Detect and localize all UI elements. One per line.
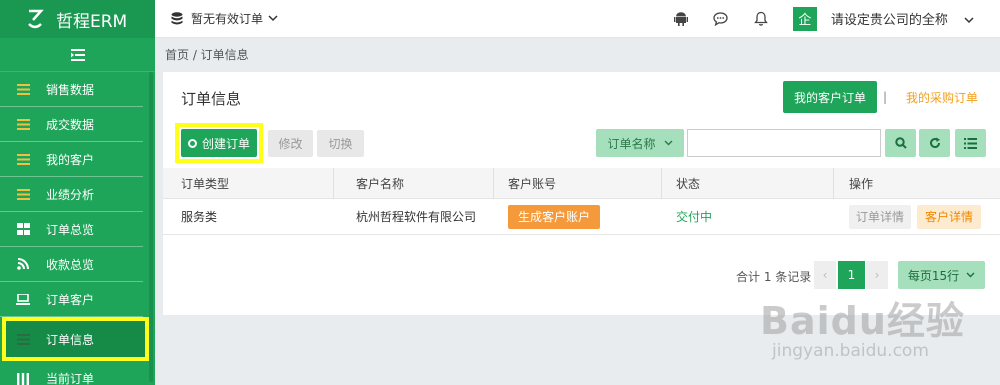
company-menu[interactable]: 请设定贵公司的全称 xyxy=(831,9,974,28)
sidebar-item-order-info[interactable]: 订单信息 xyxy=(2,317,149,361)
my-purchase-orders-link[interactable]: 我的采购订单 xyxy=(906,89,978,106)
column-header: 操作 xyxy=(849,176,874,191)
sidebar-item-label: 订单信息 xyxy=(46,332,95,347)
create-order-button[interactable]: 创建订单 xyxy=(181,129,257,157)
search-field-select[interactable]: 订单名称 xyxy=(596,129,684,157)
edit-button[interactable]: 修改 xyxy=(268,130,313,157)
column-divider xyxy=(661,168,662,199)
refresh-button[interactable] xyxy=(919,129,950,157)
database-icon xyxy=(171,12,183,25)
prev-page-button[interactable]: ‹ xyxy=(814,261,836,289)
account-cell: 生成客户账户 xyxy=(508,204,601,229)
logo-mark-icon xyxy=(28,9,44,29)
sidebar-item-sales-data[interactable]: 销售数据 xyxy=(0,72,143,107)
switch-button[interactable]: 切换 xyxy=(317,130,364,157)
sidebar-item-order-overview[interactable]: 订单总览 xyxy=(0,212,143,247)
total-records: 合计 1 条记录 xyxy=(736,270,812,284)
top-bar: 暂无有效订单 企 请设定贵公司的全称 xyxy=(155,0,1000,38)
sidebar-item-order-customers[interactable]: 订单客户 xyxy=(0,282,143,317)
search-input[interactable] xyxy=(687,129,881,157)
company-avatar[interactable]: 企 xyxy=(792,6,817,31)
laptop-icon xyxy=(16,292,30,306)
chevron-down-icon xyxy=(966,272,975,278)
circle-icon xyxy=(187,138,197,148)
sidebar-item-current-orders[interactable]: 当前订单 xyxy=(0,361,143,385)
sidebar-item-label: 我的客户 xyxy=(46,152,95,167)
next-page-button[interactable]: › xyxy=(866,261,888,289)
sidebar-item-deal-data[interactable]: 成交数据 xyxy=(0,107,143,142)
table-row[interactable]: 服务类 杭州哲程软件有限公司 生成客户账户 交付中 订单详情 客户详情 xyxy=(163,199,1000,235)
my-customer-orders-button[interactable]: 我的客户订单 xyxy=(783,81,877,113)
table-header: 订单类型 客户名称 客户账号 状态 操作 xyxy=(163,168,1000,199)
refresh-icon xyxy=(929,137,940,149)
order-detail-button[interactable]: 订单详情 xyxy=(849,204,912,229)
bell-icon[interactable] xyxy=(741,11,781,26)
create-order-highlight: 创建订单 xyxy=(175,123,263,163)
sidebar-item-label: 订单客户 xyxy=(46,292,95,307)
menu-lines-icon xyxy=(16,117,30,131)
column-divider xyxy=(493,168,494,199)
app-name: 哲程ERM xyxy=(56,11,128,32)
grid-icon xyxy=(16,222,30,236)
column-header: 订单类型 xyxy=(181,176,230,191)
page-size-label: 每页15行 xyxy=(907,268,960,283)
menu-lines-icon xyxy=(16,332,30,346)
list-icon xyxy=(964,137,977,149)
separator: | xyxy=(883,90,888,104)
order-info-panel: 订单信息 我的客户订单 | 我的采购订单 创建订单 修改 切换 订单名称 订单类… xyxy=(163,72,1000,315)
sidebar-item-label: 当前订单 xyxy=(46,372,95,385)
customer-detail-button[interactable]: 客户详情 xyxy=(917,204,982,229)
column-header: 状态 xyxy=(676,176,701,191)
column-divider xyxy=(833,168,834,199)
chat-icon[interactable] xyxy=(701,11,741,26)
status-cell: 交付中 xyxy=(676,210,713,224)
menu-lines-icon xyxy=(16,152,30,166)
page-size-select[interactable]: 每页15行 xyxy=(898,261,985,289)
order-type-cell: 服务类 xyxy=(181,210,218,224)
customer-name-cell: 杭州哲程软件有限公司 xyxy=(356,210,477,224)
page-number-button[interactable]: 1 xyxy=(838,261,865,289)
sidebar-item-my-customers[interactable]: 我的客户 xyxy=(0,142,143,177)
valid-orders-dropdown[interactable]: 暂无有效订单 xyxy=(171,10,278,27)
menu-lines-icon xyxy=(16,187,30,201)
create-order-label: 创建订单 xyxy=(201,136,250,151)
chevron-down-icon xyxy=(664,140,672,146)
orders-table: 订单类型 客户名称 客户账号 状态 操作 服务类 杭州哲程软件有限公司 生成客户… xyxy=(163,168,1000,235)
sidebar: 哲程ERM 销售数据 成交数据 我的客户 业绩分析 订单总览 收款总览 订单客户… xyxy=(0,0,155,385)
sidebar-menu: 销售数据 成交数据 我的客户 业绩分析 订单总览 收款总览 订单客户 订单信息 xyxy=(0,72,155,385)
page-title: 订单信息 xyxy=(181,90,242,108)
columns-icon xyxy=(16,372,30,385)
app-logo[interactable]: 哲程ERM xyxy=(0,0,155,38)
sidebar-item-payment-overview[interactable]: 收款总览 xyxy=(0,247,143,282)
watermark-logo: Baidu经验 xyxy=(760,299,965,343)
menu-lines-icon xyxy=(16,82,30,96)
sidebar-item-label: 成交数据 xyxy=(46,117,95,132)
android-icon[interactable] xyxy=(661,11,701,26)
sidebar-item-label: 销售数据 xyxy=(46,82,95,97)
search-icon xyxy=(894,137,907,149)
search-button[interactable] xyxy=(885,129,916,157)
sidebar-item-performance[interactable]: 业绩分析 xyxy=(0,177,143,212)
search-field-label: 订单名称 xyxy=(607,136,656,151)
sidebar-item-label: 订单总览 xyxy=(46,222,95,237)
column-header: 客户名称 xyxy=(356,176,405,191)
actions-cell: 订单详情 客户详情 xyxy=(849,204,982,229)
orders-label: 暂无有效订单 xyxy=(191,12,264,26)
baidu-watermark: Baidu经验 jingyan.baidu.com xyxy=(760,290,965,361)
collapse-icon xyxy=(70,48,85,61)
breadcrumb[interactable]: 首页 / 订单信息 xyxy=(165,46,249,63)
column-divider xyxy=(333,168,334,199)
sidebar-collapse-button[interactable] xyxy=(0,38,155,72)
column-header: 客户账号 xyxy=(508,176,557,191)
sidebar-item-label: 收款总览 xyxy=(46,257,95,272)
list-view-button[interactable] xyxy=(955,129,986,157)
rss-icon xyxy=(16,257,30,271)
sidebar-item-label: 业绩分析 xyxy=(46,187,95,202)
company-name: 请设定贵公司的全称 xyxy=(830,13,948,28)
sidebar-scrollbar[interactable] xyxy=(149,72,153,382)
create-customer-account-button[interactable]: 生成客户账户 xyxy=(508,204,601,229)
chevron-down-icon xyxy=(268,15,278,22)
chevron-down-icon xyxy=(964,17,974,24)
